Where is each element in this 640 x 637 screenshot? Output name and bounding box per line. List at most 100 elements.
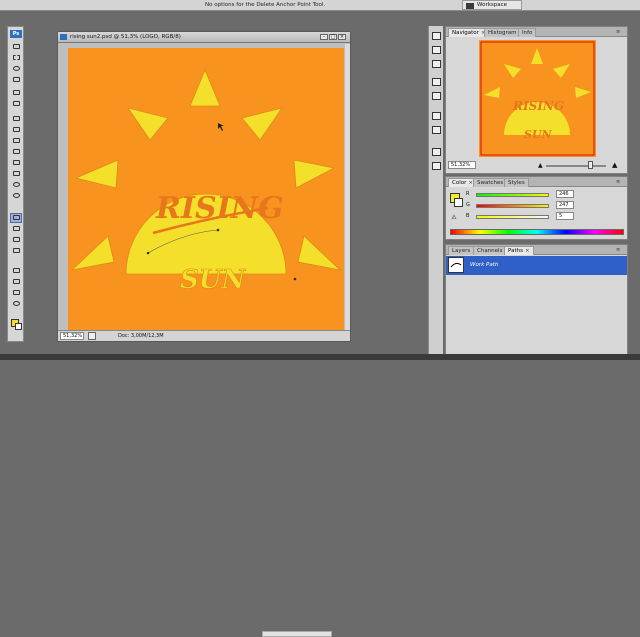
tab-info[interactable]: Info [518, 28, 537, 37]
mouse-cursor-icon [218, 123, 224, 131]
green-value-field[interactable]: 247 [556, 201, 574, 209]
history-brush-tool-icon[interactable] [11, 148, 21, 156]
document-canvas[interactable]: RISING SUN [68, 48, 344, 334]
red-channel-slider[interactable]: R 246 [466, 190, 626, 199]
zoom-slider-knob[interactable] [588, 161, 593, 169]
tab-histogram[interactable]: Histogram [484, 28, 521, 37]
sun-ray [74, 159, 119, 189]
navigator-panel: Navigator× Histogram Info ≡ RISING SUN 5… [445, 26, 628, 174]
workspace-icon [466, 3, 474, 9]
document-title: rising sun2.psd @ 51,3% (LOGO, RGB/8) [70, 34, 181, 40]
sun-ray [127, 107, 169, 141]
document-size-info: Doc: 3,00M/12,3M [118, 333, 164, 339]
path-name: Work Path [470, 262, 499, 268]
sun-ray [189, 68, 221, 107]
photoshop-logo[interactable]: Ps [10, 30, 22, 38]
clone-source-panel-icon[interactable] [432, 112, 441, 120]
tab-styles[interactable]: Styles [504, 178, 529, 187]
blue-channel-slider[interactable]: B 5 [466, 212, 626, 221]
layer-comps-panel-icon[interactable] [432, 60, 441, 68]
sun-ray [293, 159, 336, 189]
gradient-tool-icon[interactable] [11, 170, 21, 178]
tab-channels[interactable]: Channels [473, 246, 507, 255]
zoom-out-icon[interactable]: ▲ [538, 162, 543, 169]
sun-ray [70, 235, 115, 271]
document-status-bar: 51,32% Doc: 3,00M/12,3M [58, 330, 350, 637]
panel-dock-strip [428, 26, 443, 360]
pen-tool-icon[interactable] [10, 213, 22, 223]
panel-menu-icon[interactable]: ≡ [616, 29, 624, 35]
sun-ray [297, 235, 342, 271]
zoom-field[interactable]: 51,32% [60, 332, 84, 340]
lasso-tool-icon[interactable] [11, 65, 21, 73]
workspace-button[interactable]: Workspace [462, 0, 522, 10]
paragraph-panel-icon[interactable] [432, 162, 441, 170]
toolbox: Ps [7, 26, 24, 342]
type-tool-icon[interactable] [11, 225, 21, 233]
artwork-headline: RISING [155, 191, 284, 226]
notes-tool-icon[interactable] [11, 267, 21, 275]
navigator-zoom-field[interactable]: 51,32% [448, 161, 476, 169]
brushes-panel-icon[interactable] [432, 32, 441, 40]
color-background-swatch[interactable] [454, 198, 463, 207]
close-button[interactable]: × [338, 34, 346, 40]
actions-panel-icon[interactable] [432, 78, 441, 86]
vertical-scrollbar[interactable] [345, 44, 350, 330]
history-panel-icon[interactable] [432, 92, 441, 100]
maximize-button[interactable]: □ [329, 34, 337, 40]
minimize-button[interactable]: – [320, 34, 328, 40]
character-panel-icon[interactable] [432, 148, 441, 156]
navigator-thumbnail[interactable]: RISING SUN [479, 40, 596, 157]
brush-tool-icon[interactable] [11, 126, 21, 134]
thumb-headline: RISING [512, 99, 564, 113]
artwork-subline: SUN [180, 265, 246, 295]
document-title-bar[interactable]: rising sun2.psd @ 51,3% (LOGO, RGB/8) – … [58, 32, 350, 43]
navigator-tabrow: Navigator× Histogram Info ≡ [446, 27, 627, 37]
options-bar: No options for the Delete Anchor Point T… [0, 0, 640, 11]
status-menu-icon[interactable] [88, 332, 96, 340]
tab-layers[interactable]: Layers [448, 246, 475, 255]
eyedropper-tool-icon[interactable] [11, 278, 21, 286]
anchor-point [146, 251, 150, 255]
tab-swatches[interactable]: Swatches [473, 178, 508, 187]
document-window: rising sun2.psd @ 51,3% (LOGO, RGB/8) – … [57, 31, 351, 637]
magic-wand-tool-icon[interactable] [11, 76, 21, 84]
path-selection-tool-icon[interactable] [11, 236, 21, 244]
gamut-warning-icon[interactable]: ⚠ [450, 214, 458, 221]
zoom-tool-icon[interactable] [11, 300, 21, 308]
shape-tool-icon[interactable] [11, 247, 21, 255]
green-channel-slider[interactable]: G 247 [466, 201, 626, 210]
blur-tool-icon[interactable] [11, 181, 21, 189]
navigator-zoom-slider[interactable] [546, 165, 606, 167]
anchor-point [293, 277, 297, 281]
thumb-subline: SUN [524, 128, 553, 141]
background-color-swatch[interactable] [15, 323, 22, 330]
blue-value-field[interactable]: 5 [556, 212, 574, 220]
paths-tabrow: Layers Channels Paths × ≡ [446, 245, 627, 255]
dodge-tool-icon[interactable] [11, 192, 21, 200]
clone-stamp-tool-icon[interactable] [11, 137, 21, 145]
panel-menu-icon[interactable]: ≡ [616, 179, 624, 185]
slice-tool-icon[interactable] [11, 100, 21, 108]
color-panel: Color × Swatches Styles ≡ R 246 G 247 B 5… [445, 176, 628, 240]
tab-paths[interactable]: Paths × [504, 246, 534, 255]
rising-sun-artwork: RISING SUN [70, 68, 342, 295]
zoom-in-icon[interactable]: ▲ [612, 161, 617, 169]
red-value-field[interactable]: 246 [556, 190, 574, 198]
hand-tool-icon[interactable] [11, 289, 21, 297]
move-tool-icon[interactable] [11, 43, 21, 51]
adjustments-panel-icon[interactable] [432, 126, 441, 134]
tool-presets-panel-icon[interactable] [432, 46, 441, 54]
sun-ray [241, 107, 283, 141]
color-spectrum-bar[interactable] [450, 229, 624, 235]
path-thumbnail [448, 257, 464, 273]
marquee-tool-icon[interactable] [11, 54, 21, 62]
crop-tool-icon[interactable] [11, 89, 21, 97]
anchor-point [216, 228, 220, 232]
healing-brush-tool-icon[interactable] [11, 115, 21, 123]
horizontal-scrollbar[interactable] [262, 631, 332, 637]
eraser-tool-icon[interactable] [11, 159, 21, 167]
workspace-label: Workspace [477, 2, 508, 8]
path-list-item[interactable]: Work Path [446, 256, 627, 275]
panel-menu-icon[interactable]: ≡ [616, 247, 624, 253]
